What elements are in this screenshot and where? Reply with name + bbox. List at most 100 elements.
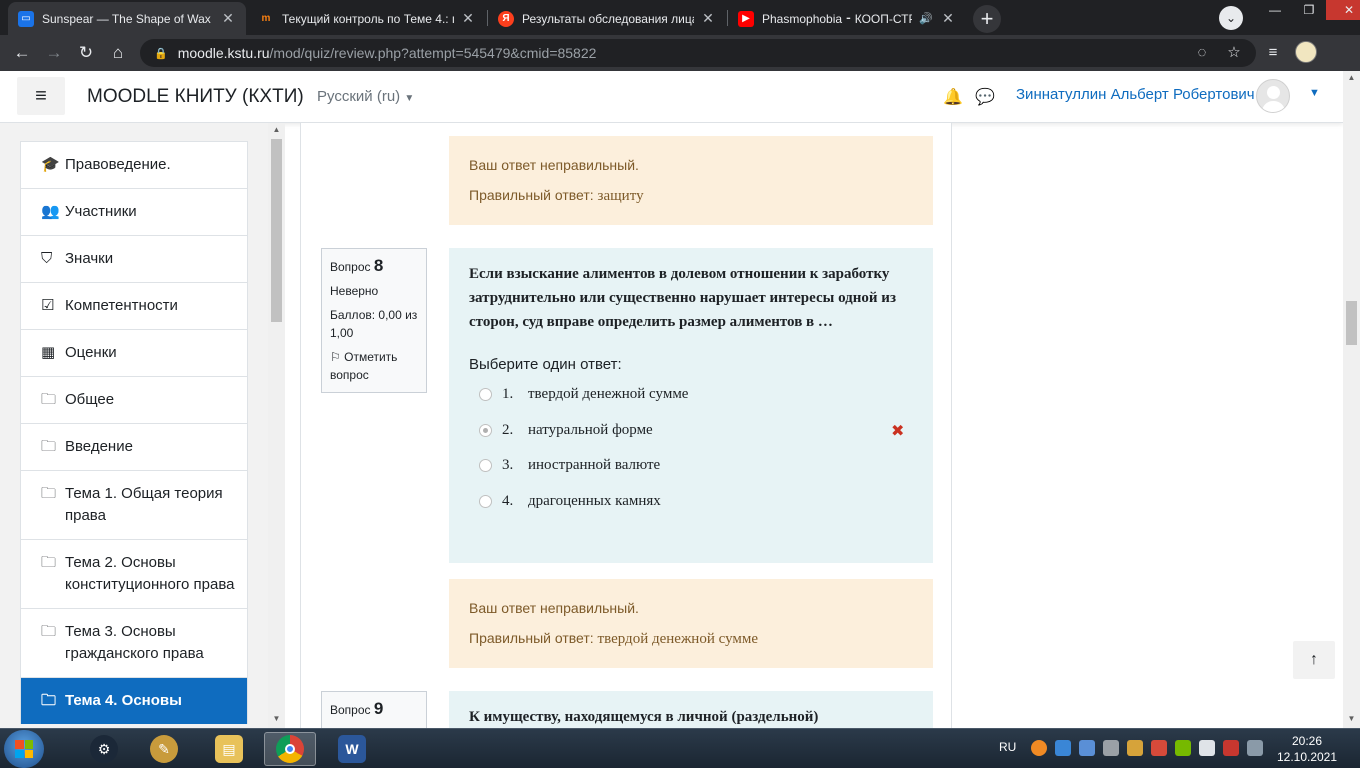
user-name[interactable]: Зиннатуллин Альберт Робертович [1016,86,1255,103]
question-8-content: Если взыскание алиментов в долевом отнош… [449,248,933,563]
hamburger-icon: ≡ [35,84,47,107]
radio-button-checked[interactable] [479,423,492,437]
nav-item-intro[interactable]: 🗀 Введение [20,423,248,470]
lock-icon[interactable]: 🔒 [154,47,168,60]
taskbar-paint[interactable]: ✎ [138,732,190,766]
graduation-cap-icon: 🎓 [41,156,60,173]
correct-answer-value: твердой денежной сумме [597,631,759,647]
speaker-icon[interactable]: 🔊 [918,12,934,25]
volume-icon[interactable] [1199,740,1215,756]
menu-toggle-button[interactable]: ≡ [17,77,65,115]
taskbar-chrome[interactable] [264,732,316,766]
nav-item-topic-1[interactable]: 🗀 Тема 1. Общая теория права [20,470,248,539]
language-menu[interactable]: Русский (ru) ▼ [317,88,414,105]
taskbar-clock[interactable]: 20:26 12.10.2021 [1268,733,1346,765]
radio-button[interactable] [479,494,492,508]
address-bar[interactable]: 🔒 moodle.kstu.ru/mod/quiz/review.php?att… [140,39,1256,67]
tab-title: Sunspear — The Shape of Wax [42,11,211,26]
browser-tab-1[interactable]: m Текущий контроль по Теме 4.: п ✕ [248,2,486,35]
nav-item-competencies[interactable]: ☑ Компетентности [20,282,248,329]
media-control-icon[interactable]: ≡ [1262,41,1284,63]
question-label: Вопрос [330,703,371,717]
browser-tab-0[interactable]: ▭ Sunspear — The Shape of Wax ✕ [8,2,246,35]
new-tab-button[interactable]: + [973,5,1001,33]
message-icon[interactable]: 💬 [975,87,995,107]
answer-option-2[interactable]: 2. натуральной форме ✖ [469,413,913,449]
scroll-down-arrow-icon[interactable]: ▼ [1346,714,1357,723]
bell-icon[interactable]: 🔔 [943,87,963,107]
url-path: /mod/quiz/review.php?attempt=545479&cmid… [269,45,597,61]
page-scroll-thumb[interactable] [1346,301,1357,345]
nav-item-label: Введение [65,438,133,455]
tab-search-icon[interactable]: ⌄ [1219,6,1243,30]
close-icon[interactable]: ✕ [460,10,476,27]
correct-answer-prefix: Правильный ответ: [469,630,598,646]
scroll-up-arrow-icon[interactable]: ▲ [271,125,282,134]
folder-icon: 🗀 [41,438,57,455]
browser-tab-2[interactable]: Я Результаты обследования лица, ✕ [488,2,726,35]
nav-item-label: Общее [65,391,115,408]
profile-avatar[interactable] [1295,41,1317,63]
moodle-icon: m [258,10,274,27]
drawer-scrollbar[interactable]: ▲ ▼ [268,123,285,728]
tray-flag-icon[interactable] [1247,740,1263,756]
folder-icon: 🗀 [41,623,57,640]
input-language[interactable]: RU [999,740,1016,754]
nav-item-topic-4[interactable]: 🗀 Тема 4. Основы [20,677,248,724]
restore-icon[interactable]: ❐ [1292,0,1326,20]
folder-icon: 🗀 [41,692,57,709]
window-controls: — ❐ ✕ [1258,0,1360,20]
eye-off-icon[interactable]: ◌ [1191,41,1213,63]
drawer-scroll-thumb[interactable] [271,139,282,322]
moodle-navbar: ≡ MOODLE КНИТУ (КХТИ) Русский (ru) ▼ 🔔 💬… [0,71,1343,123]
radio-button[interactable] [479,459,492,473]
nav-item-label: Значки [65,250,114,267]
user-avatar[interactable] [1256,79,1290,113]
nav-item-participants[interactable]: 👥 Участники [20,188,248,235]
answer-option-4[interactable]: 4. драгоценных камнях [469,484,913,520]
scroll-down-arrow-icon[interactable]: ▼ [271,714,282,723]
forward-arrow-icon[interactable]: → [43,42,65,64]
nav-item-label: Оценки [65,344,117,361]
nav-item-topic-2[interactable]: 🗀 Тема 2. Основы конституционного права [20,539,248,608]
tray-cloud-icon[interactable] [1055,740,1071,756]
nav-item-topic-3[interactable]: 🗀 Тема 3. Основы гражданского права [20,608,248,677]
option-number: 4. [502,492,514,509]
browser-tab-3[interactable]: ▶ Phasmophobia ⁃ КООП-СТР 🔊 ✕ [728,2,966,35]
taskbar-steam[interactable]: ⚙ [78,732,130,766]
close-icon[interactable]: ✕ [940,10,956,27]
tray-antivirus-icon[interactable] [1151,740,1167,756]
caret-down-icon[interactable]: ▼ [1309,87,1320,99]
scroll-up-arrow-icon[interactable]: ▲ [1346,73,1357,82]
close-icon[interactable]: ✕ [220,10,236,27]
back-to-top-button[interactable]: ↑ [1293,641,1335,679]
taskbar-word[interactable]: W [326,732,378,766]
nav-item-course[interactable]: 🎓 Правоведение. [20,141,248,188]
nav-item-grades[interactable]: ▦ Оценки [20,329,248,376]
word-icon: W [338,735,366,763]
answer-option-1[interactable]: 1. твердой денежной сумме [469,377,913,413]
nav-item-general[interactable]: 🗀 Общее [20,376,248,423]
tray-sync-icon[interactable] [1079,740,1095,756]
minimize-icon[interactable]: — [1258,0,1292,20]
tray-keyboard-icon[interactable] [1127,740,1143,756]
network-icon[interactable] [1223,740,1239,756]
close-icon[interactable]: ✕ [700,10,716,27]
radio-button[interactable] [479,388,492,402]
flag-question-link[interactable]: ⚐ Отметить вопрос [330,348,418,384]
start-button[interactable] [4,730,44,768]
star-icon[interactable]: ☆ [1223,41,1245,63]
tray-nvidia-icon[interactable] [1175,740,1191,756]
nav-item-badges[interactable]: ⛉ Значки [20,235,248,282]
reload-icon[interactable]: ↻ [75,42,97,64]
site-name[interactable]: MOODLE КНИТУ (КХТИ) [87,86,304,108]
page-scrollbar[interactable]: ▲ ▼ [1343,71,1360,728]
taskbar-explorer[interactable]: ▤ [203,732,255,766]
window-close-icon[interactable]: ✕ [1326,0,1360,20]
home-icon[interactable]: ⌂ [107,42,129,64]
tray-usb-icon[interactable] [1103,740,1119,756]
option-text: иностранной валюте [528,457,661,474]
back-arrow-icon[interactable]: ← [11,42,33,64]
tray-app-icon[interactable] [1031,740,1047,756]
answer-option-3[interactable]: 3. иностранной валюте [469,448,913,484]
